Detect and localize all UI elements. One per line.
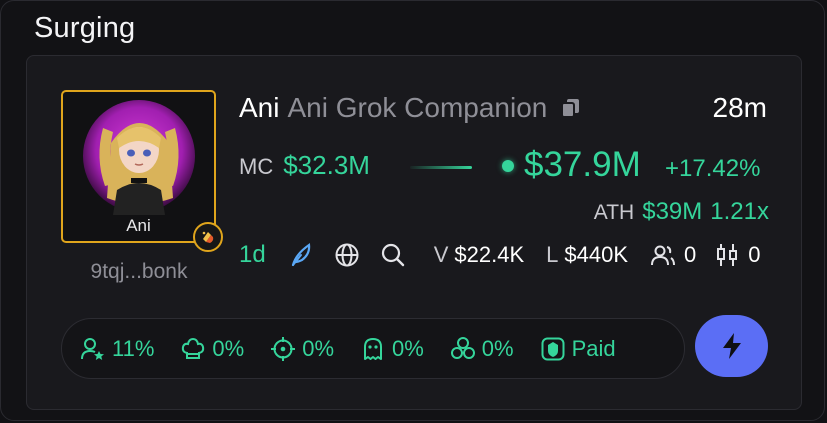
metric-insiders: 0% bbox=[360, 336, 424, 362]
copy-icon[interactable] bbox=[559, 96, 583, 120]
metric-value: 0% bbox=[302, 335, 334, 361]
section-title: Surging bbox=[34, 12, 136, 44]
cluster-icon bbox=[450, 336, 475, 359]
metric-value: 0% bbox=[481, 335, 514, 361]
token-symbol: Ani bbox=[239, 92, 280, 123]
lightning-icon bbox=[722, 333, 741, 359]
metric-bundlers: 0% bbox=[450, 336, 514, 362]
avatar-image bbox=[83, 100, 195, 215]
badge bbox=[193, 222, 223, 252]
ath-row: ATH $39M 1.21x bbox=[594, 198, 769, 226]
user-star-icon bbox=[81, 337, 104, 360]
metric-value: 0% bbox=[392, 335, 424, 361]
mc-value: $32.3M bbox=[283, 150, 370, 180]
metric-dev: 0% bbox=[180, 336, 244, 362]
ath-label: ATH bbox=[593, 201, 635, 224]
token-name-row: Ani Ani Grok Companion bbox=[239, 92, 583, 124]
ath-multiplier: 1.21x bbox=[710, 198, 769, 225]
metric-dex-paid: Paid bbox=[540, 336, 616, 362]
metrics-bar: 11% 0% 0% 0% 0% Paid bbox=[61, 318, 685, 379]
token-full-name: Ani Grok Companion bbox=[287, 92, 548, 123]
metric-value: Paid bbox=[571, 335, 616, 361]
metric-value: 11% bbox=[112, 335, 155, 361]
metric-snipers: 0% bbox=[270, 336, 334, 362]
live-dot bbox=[502, 160, 514, 172]
chef-hat-icon bbox=[182, 337, 205, 359]
ghost-icon bbox=[364, 337, 382, 360]
price-change: +17.42% bbox=[665, 155, 761, 182]
shield-icon bbox=[541, 337, 565, 360]
current-price: $37.9M bbox=[524, 145, 641, 184]
metric-top-holders: 11% bbox=[80, 336, 154, 362]
pill-badge-icon bbox=[202, 231, 214, 243]
ath-value: $39M bbox=[642, 198, 703, 225]
metric-value: 0% bbox=[212, 335, 245, 361]
quick-buy-button[interactable] bbox=[695, 315, 768, 377]
mc-label: MC bbox=[239, 154, 274, 179]
token-age: 28m bbox=[712, 92, 767, 123]
token-avatar[interactable]: Ani bbox=[61, 90, 216, 243]
market-cap: MC $32.3M bbox=[239, 150, 370, 181]
trend-line bbox=[410, 166, 472, 169]
token-address[interactable]: 9tqj...bonk bbox=[60, 260, 218, 284]
avatar-label: Ani bbox=[126, 216, 151, 235]
crosshair-icon bbox=[271, 336, 296, 361]
